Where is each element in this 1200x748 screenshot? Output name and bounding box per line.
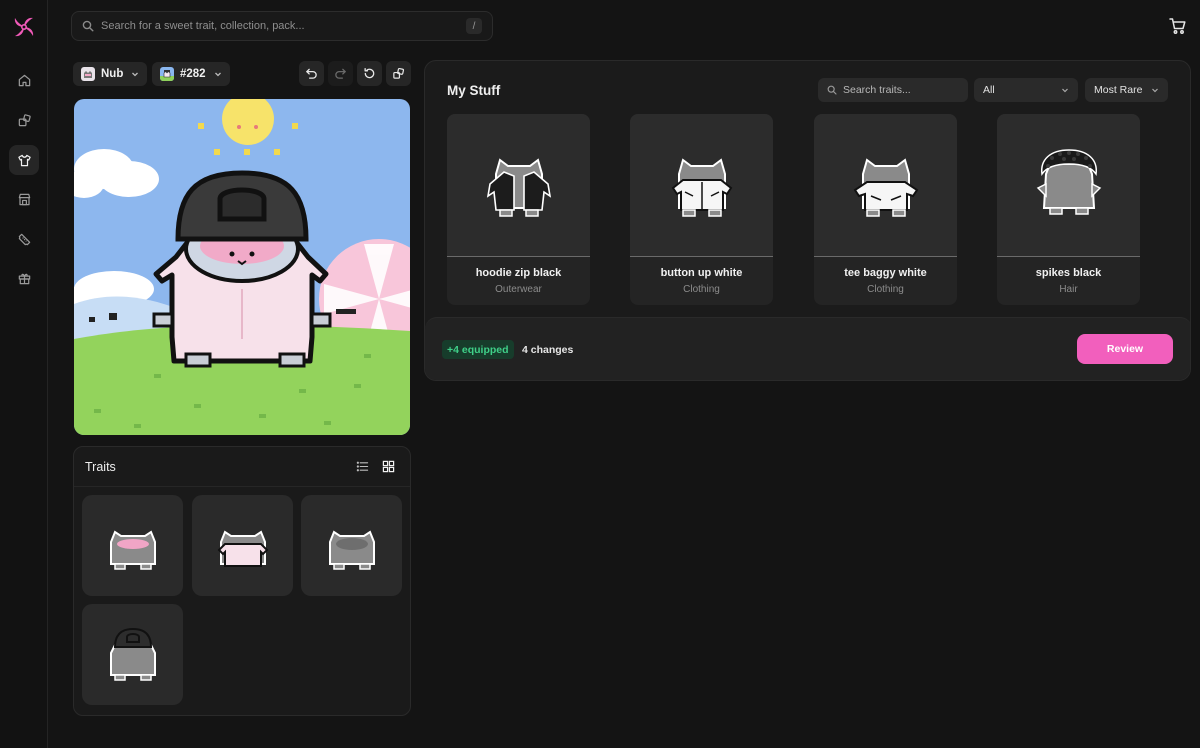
sort-select[interactable]: Most Rare: [1085, 78, 1168, 102]
chevron-down-icon: [214, 72, 221, 77]
redo-icon: [335, 68, 346, 79]
trait-search-input[interactable]: [843, 84, 959, 96]
trait-card-category: Hair: [1059, 284, 1078, 295]
list-icon: [356, 461, 368, 472]
sort-value: Most Rare: [1094, 84, 1143, 96]
changes-count: 4 changes: [522, 344, 574, 356]
trait-card-category: Outerwear: [495, 284, 542, 295]
trait-tile-face-mask[interactable]: [301, 495, 402, 596]
chevron-down-icon: [132, 72, 139, 77]
trait-card[interactable]: tee baggy white Clothing: [814, 114, 957, 305]
trait-card-name: spikes black: [1035, 267, 1102, 279]
blush-trait-icon: [109, 529, 156, 570]
collection-selector[interactable]: Nub: [73, 62, 148, 86]
traits-panel: Traits: [73, 446, 411, 716]
search-shortcut-key: /: [466, 18, 482, 34]
trait-tile-pink-hoodie[interactable]: [192, 495, 293, 596]
trait-card[interactable]: spikes black Hair: [997, 114, 1140, 305]
search-icon: [82, 20, 94, 32]
trait-tile-blush[interactable]: [82, 495, 183, 596]
token-label: #282: [180, 68, 206, 80]
token-selector[interactable]: #282: [152, 62, 230, 86]
trait-tile-black-cap[interactable]: [82, 604, 183, 705]
shirt-icon: [17, 154, 31, 166]
nav-wardrobe[interactable]: [9, 145, 39, 175]
reset-button[interactable]: [357, 61, 382, 86]
packs-icon: [18, 113, 31, 126]
global-search-input[interactable]: [101, 20, 466, 32]
collection-thumbnail: [81, 67, 95, 81]
trait-card-category: Clothing: [683, 284, 720, 295]
changes-bar: +4 equipped 4 changes Review: [425, 317, 1190, 380]
nav-home[interactable]: [9, 65, 39, 95]
trait-card-name: button up white: [660, 267, 743, 279]
logo-icon[interactable]: [10, 13, 38, 41]
trait-card-name: hoodie zip black: [475, 267, 562, 279]
cart-icon[interactable]: [1168, 16, 1188, 36]
store-icon: [18, 193, 30, 205]
spikes-black-icon: [1036, 149, 1101, 215]
global-search[interactable]: /: [71, 11, 493, 41]
home-icon: [18, 74, 30, 86]
search-icon: [827, 85, 837, 95]
redo-button[interactable]: [328, 61, 353, 86]
nav-market[interactable]: [9, 184, 39, 214]
nav-gifts[interactable]: [9, 263, 39, 293]
my-stuff-title: My Stuff: [447, 83, 501, 98]
face-trait-icon: [328, 529, 375, 570]
hoodie-trait-icon: [217, 529, 268, 567]
reset-icon: [364, 68, 375, 79]
ticket-icon: [18, 233, 30, 245]
my-stuff-panel: My Stuff All Most Rare hoodie zip black …: [424, 60, 1191, 381]
share-button[interactable]: [386, 61, 411, 86]
chevron-down-icon: [1152, 88, 1158, 93]
trait-card[interactable]: button up white Clothing: [630, 114, 773, 305]
trait-search[interactable]: [818, 78, 968, 102]
hoodie-zip-black-icon: [486, 158, 551, 217]
nav-packs[interactable]: [9, 105, 39, 135]
share-icon: [393, 67, 405, 79]
grid-icon: [382, 460, 394, 473]
cap-trait-icon: [109, 627, 156, 681]
grid-view-button[interactable]: [377, 456, 399, 478]
sidebar: [0, 0, 48, 748]
category-filter[interactable]: All: [974, 78, 1078, 102]
gift-icon: [18, 273, 30, 284]
character-preview: [74, 99, 410, 435]
trait-card-image: [814, 114, 957, 257]
review-button[interactable]: Review: [1077, 334, 1173, 364]
trait-card-category: Clothing: [867, 284, 904, 295]
chevron-down-icon: [1062, 88, 1068, 93]
category-filter-value: All: [983, 84, 995, 96]
traits-title: Traits: [85, 459, 116, 474]
trait-card[interactable]: hoodie zip black Outerwear: [447, 114, 590, 305]
undo-button[interactable]: [299, 61, 324, 86]
trait-card-image: [997, 114, 1140, 257]
list-view-button[interactable]: [351, 456, 373, 478]
equipped-badge: +4 equipped: [442, 340, 514, 359]
undo-icon: [306, 68, 317, 79]
button-up-white-icon: [671, 158, 732, 217]
tee-baggy-white-icon: [853, 158, 918, 217]
trait-card-image: [447, 114, 590, 257]
trait-card-name: tee baggy white: [844, 267, 927, 279]
token-thumbnail: [160, 67, 174, 81]
nav-collectibles[interactable]: [9, 224, 39, 254]
trait-card-image: [630, 114, 773, 257]
collection-label: Nub: [101, 68, 124, 80]
